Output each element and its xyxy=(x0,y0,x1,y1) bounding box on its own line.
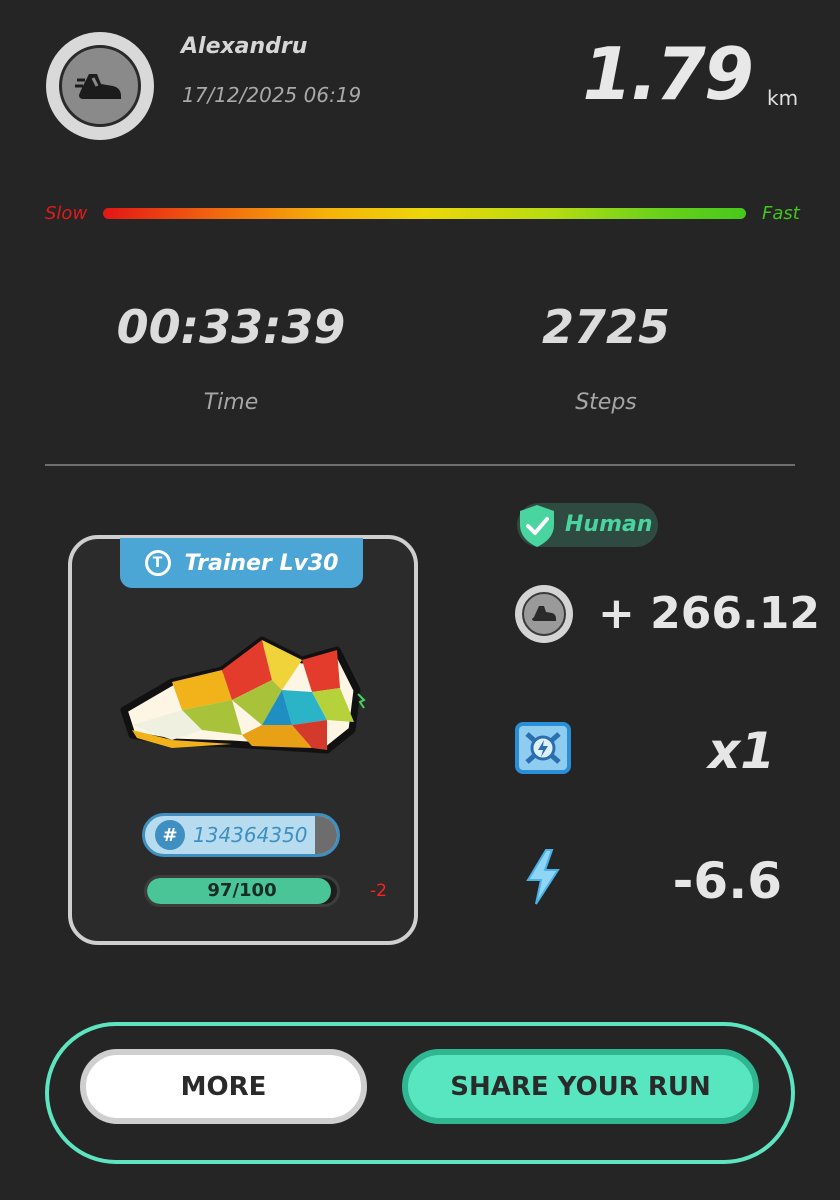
trainer-t-icon: T xyxy=(144,550,171,576)
durability-delta: -2 xyxy=(370,881,387,901)
lightning-bolt-icon xyxy=(522,848,564,906)
sneaker-type-label: Trainer Lv30 xyxy=(184,550,339,576)
share-run-button[interactable]: SHARE YOUR RUN xyxy=(402,1049,759,1124)
multiplier-value: x1 xyxy=(707,722,775,780)
durability-bar: 97/100 xyxy=(144,875,340,907)
time-label: Time xyxy=(203,390,259,415)
steps-value: 2725 xyxy=(541,300,671,354)
divider xyxy=(45,464,795,466)
energy-value: -6.6 xyxy=(672,852,782,910)
running-shoe-icon xyxy=(59,45,141,127)
booster-icon xyxy=(513,720,573,776)
time-value: 00:33:39 xyxy=(116,300,346,354)
run-datetime: 17/12/2025 06:19 xyxy=(182,83,362,107)
verification-label: Human xyxy=(565,512,653,537)
steps-label: Steps xyxy=(575,390,637,415)
sneaker-id-number: 134364350 xyxy=(193,823,308,847)
sneaker-id-pill[interactable]: # 134364350 xyxy=(142,813,340,857)
avatar[interactable] xyxy=(46,32,154,140)
distance-value: 1.79 xyxy=(582,32,754,116)
reward-value: + 266.12 xyxy=(598,588,820,639)
sneaker-type-badge: T Trainer Lv30 xyxy=(120,538,363,588)
username: Alexandru xyxy=(181,34,308,59)
distance-unit: km xyxy=(767,86,799,110)
more-button[interactable]: MORE xyxy=(80,1049,367,1124)
shield-check-icon xyxy=(517,503,557,549)
speed-fast-label: Fast xyxy=(762,203,800,224)
speed-gradient-bar xyxy=(103,208,746,219)
hash-icon: # xyxy=(155,820,185,850)
sneaker-image xyxy=(112,630,367,760)
durability-text: 97/100 xyxy=(207,880,277,901)
speed-slow-label: Slow xyxy=(45,203,88,224)
shoe-coin-icon xyxy=(515,585,573,643)
